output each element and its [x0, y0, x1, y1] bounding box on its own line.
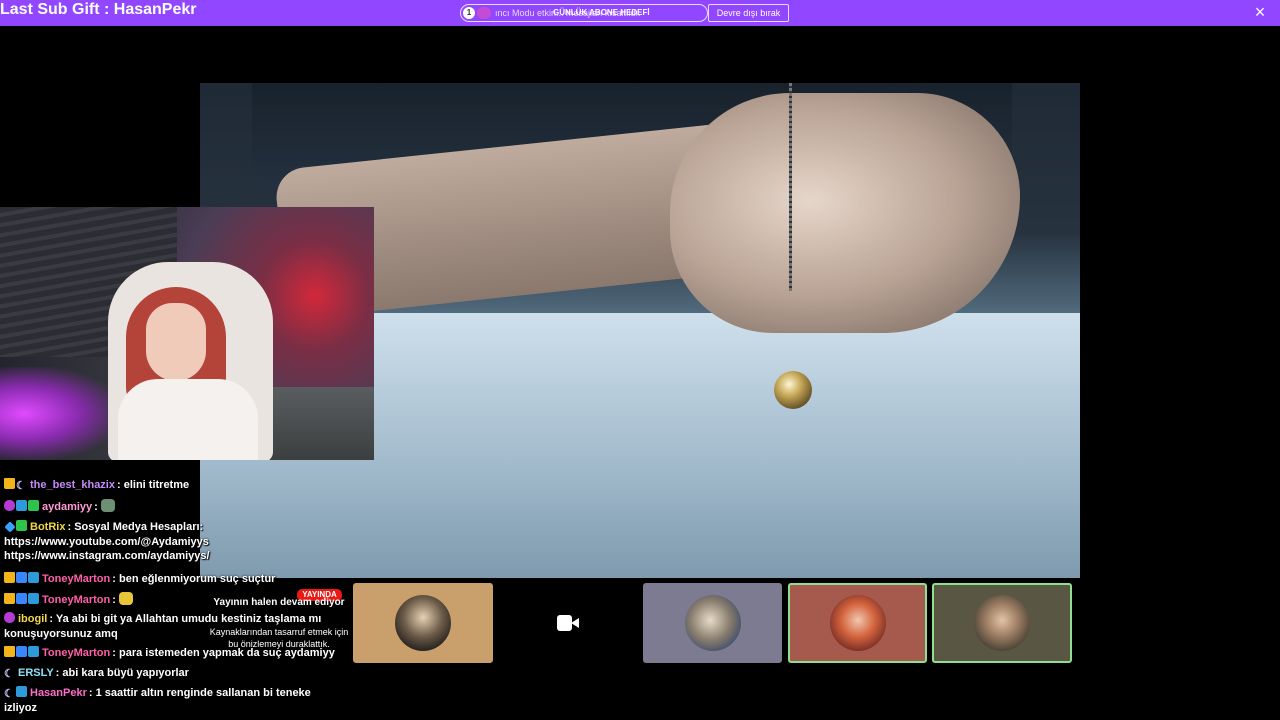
- crown-badge-icon: [4, 646, 15, 657]
- avatar-sloth-icon: [684, 595, 741, 651]
- chat-message: ☾ the_best_khazix: elini titretme: [4, 478, 344, 493]
- streamer-webcam: [0, 207, 374, 460]
- avatar-redhead-icon: [829, 595, 886, 651]
- participant-tile[interactable]: [932, 583, 1072, 663]
- chat-message: ToneyMarton: ben eğlenmiyorum suç suçtur: [4, 572, 344, 587]
- mod-badge-icon: [28, 500, 39, 511]
- notice-emote-icon: [477, 7, 491, 19]
- crown-badge-icon: [4, 572, 15, 583]
- chat-username[interactable]: ToneyMarton: [42, 647, 110, 659]
- preview-paused-subtitle: Kaynaklarından tasarruf etmek için bu ön…: [209, 627, 349, 649]
- chat-message: BotRix: Sosyal Medya Hesapları: https://…: [4, 520, 210, 562]
- participant-tile-camera[interactable]: [498, 583, 638, 663]
- sub-badge-icon: [28, 572, 39, 583]
- chat-badges: ☾: [4, 686, 28, 701]
- prime-badge-icon: [16, 572, 27, 583]
- video-hand: [670, 93, 1020, 333]
- sub-goal-label: GÜNLÜK ABONE HEDEFİ: [553, 8, 650, 17]
- chat-badges: ☾: [4, 666, 16, 681]
- prime-badge-icon: [16, 593, 27, 604]
- notice-count-badge: 1: [463, 7, 475, 19]
- chat-badges: [4, 520, 28, 535]
- chat-mode-notice: 1 ıncı Modu etkin... mesajları kısaltıld…: [460, 4, 708, 22]
- webcam-neon-light: [0, 367, 120, 460]
- gift-badge-icon: [4, 500, 15, 511]
- chat-text: ben eğlenmiyorum suç suçtur: [118, 573, 276, 585]
- chat-username[interactable]: BotRix: [30, 521, 65, 533]
- moon-badge-icon: ☾: [4, 688, 14, 700]
- prime-badge-icon: [16, 646, 27, 657]
- sub-badge-icon: [16, 686, 27, 697]
- disable-button[interactable]: Devre dışı bırak: [708, 4, 789, 22]
- chat-username[interactable]: ToneyMarton: [42, 594, 110, 606]
- gift-badge-icon: [4, 612, 15, 623]
- pendulum-chain: [789, 83, 792, 291]
- chat-badges: [4, 646, 40, 661]
- chat-message: ☾ HasanPekr: 1 saattir altın renginde sal…: [4, 686, 311, 714]
- crown-badge-icon: [4, 593, 15, 604]
- chat-badges: [4, 572, 40, 587]
- chat-badges: ☾: [4, 478, 28, 493]
- close-icon[interactable]: ×: [1252, 3, 1268, 21]
- chat-badges: [4, 612, 16, 627]
- sword-badge-icon: [4, 521, 16, 533]
- chat-text: elini titretme: [123, 479, 190, 491]
- sub-badge-icon: [28, 646, 39, 657]
- chat-badges: [4, 500, 40, 515]
- top-alert-bar: Last Sub Gift : HasanPekr 1 ıncı Modu et…: [0, 0, 1280, 26]
- participant-tile[interactable]: [353, 583, 493, 663]
- webcam-streamer-face: [146, 303, 206, 381]
- chat-text: abi kara büyü yapıyorlar: [62, 667, 189, 679]
- chat-username[interactable]: ibogil: [18, 613, 47, 625]
- chat-badges: [4, 593, 40, 608]
- emote-icon: [118, 592, 133, 605]
- moon-badge-icon: ☾: [4, 668, 14, 680]
- video-camera-icon: [557, 615, 579, 631]
- participant-tile[interactable]: [643, 583, 782, 663]
- chat-username[interactable]: aydamiyy: [42, 501, 92, 513]
- chat-username[interactable]: ToneyMarton: [42, 573, 110, 585]
- chat-message: ☾ ERSLY: abi kara büyü yapıyorlar: [4, 666, 189, 681]
- chat-message: aydamiyy:: [4, 499, 344, 515]
- webcam-shelf: [258, 387, 374, 460]
- avatar-man-glasses-icon: [974, 595, 1030, 651]
- sub-badge-icon: [28, 593, 39, 604]
- emote-icon: [100, 499, 115, 512]
- chat-username[interactable]: ERSLY: [18, 667, 54, 679]
- preview-paused-title: Yayının halen devam ediyor: [213, 597, 345, 608]
- pendulum-icon: [774, 371, 812, 409]
- participant-tile[interactable]: [788, 583, 927, 663]
- chat-username[interactable]: HasanPekr: [30, 687, 87, 699]
- avatar-man-icon: [395, 595, 451, 651]
- moon-badge-icon: ☾: [16, 480, 26, 492]
- mod-badge-icon: [16, 520, 27, 531]
- webcam-streamer-body: [118, 379, 258, 460]
- chat-username[interactable]: the_best_khazix: [30, 479, 115, 491]
- crown-badge-icon: [4, 478, 15, 489]
- sub-badge-icon: [16, 500, 27, 511]
- last-sub-gift-text: Last Sub Gift : HasanPekr: [0, 1, 197, 18]
